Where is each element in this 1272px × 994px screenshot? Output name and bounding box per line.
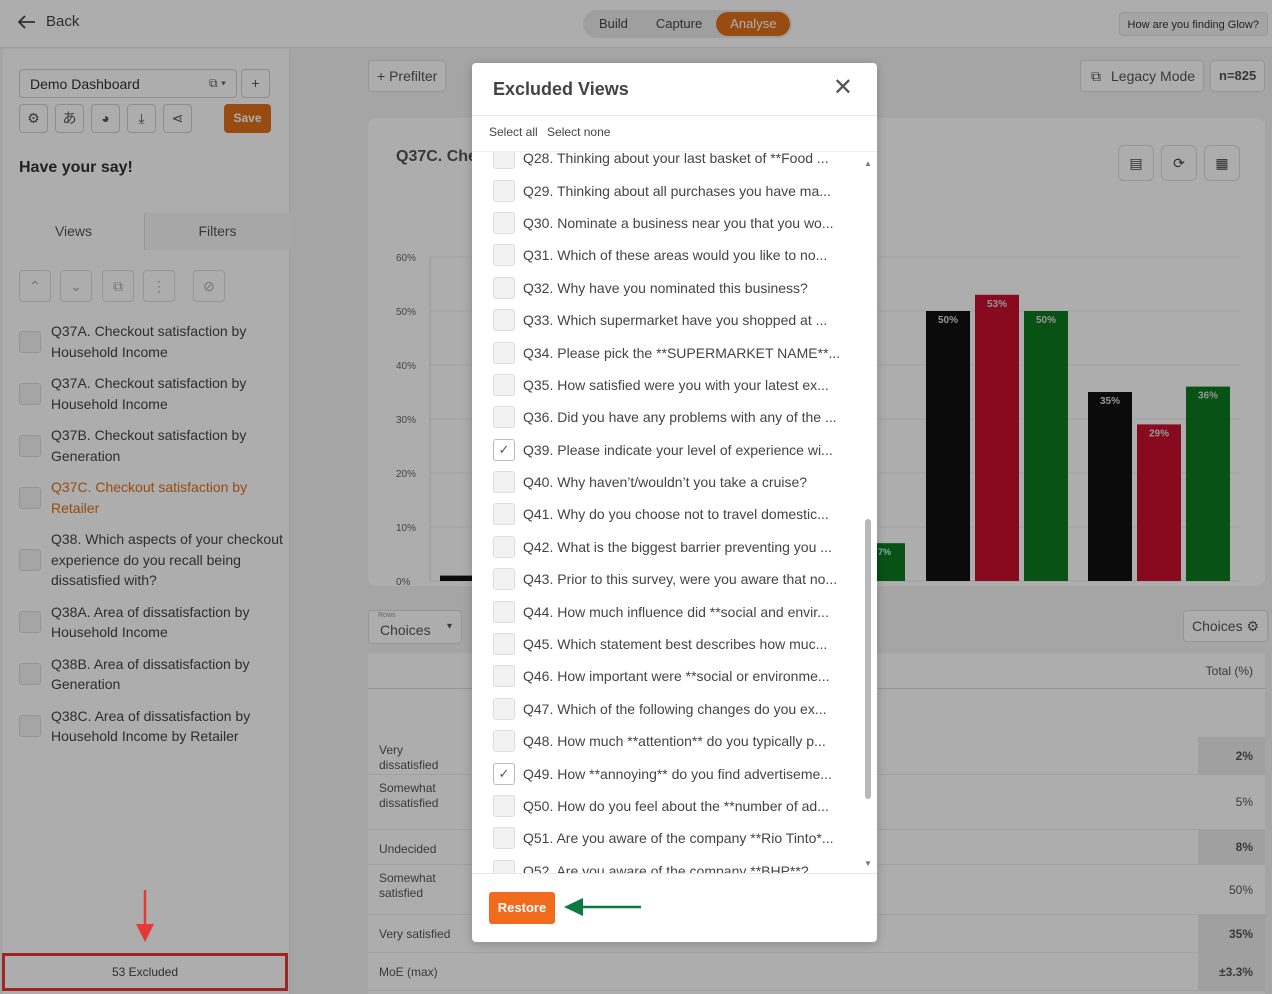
red-arrow-annotation (136, 890, 154, 942)
green-arrow-annotation (564, 898, 641, 916)
annotation-layer (136, 890, 641, 942)
